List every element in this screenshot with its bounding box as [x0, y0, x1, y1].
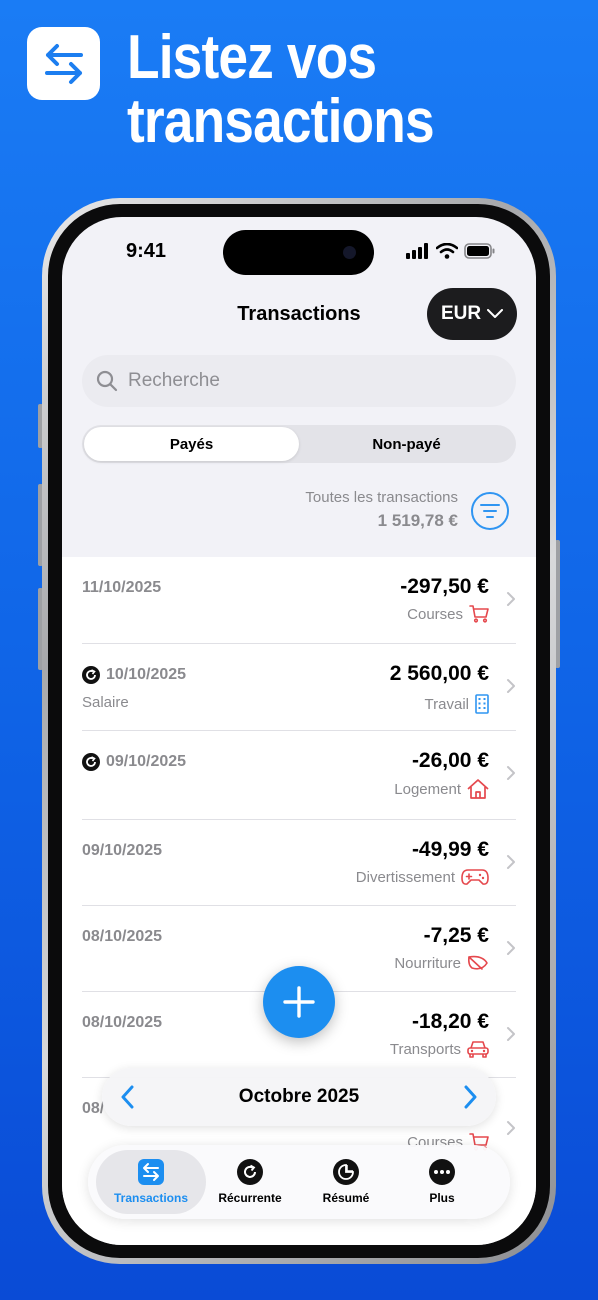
transaction-date: 09/10/2025	[82, 842, 163, 859]
chevron-right-icon	[507, 592, 515, 606]
chevron-right-icon	[507, 766, 515, 780]
tab-label: Plus	[429, 1191, 455, 1205]
transaction-category: Transports	[390, 1040, 489, 1058]
transaction-date: 08/10/2025	[82, 1014, 163, 1031]
house-icon	[467, 779, 489, 799]
transaction-row[interactable]: 10/10/2025 Salaire 2 560,00 € Travail	[62, 644, 536, 731]
transaction-row[interactable]: 09/10/2025 -26,00 € Logement	[62, 731, 536, 820]
currency-label: EUR	[440, 303, 482, 324]
swap-arrows-icon	[44, 43, 83, 84]
segment-unpaid[interactable]: Non-payé	[299, 427, 514, 461]
transaction-amount: -297,50 €	[400, 575, 489, 598]
segment-paid[interactable]: Payés	[84, 427, 299, 461]
transaction-date: 08/	[82, 1100, 105, 1117]
leaf-icon	[468, 955, 488, 970]
chevron-right-icon	[507, 855, 515, 869]
filter-icon	[480, 504, 500, 506]
chevron-right-icon	[507, 1027, 515, 1041]
chevron-right-icon	[507, 941, 515, 955]
hero-title-line1: Listez vos	[127, 23, 377, 92]
more-icon	[429, 1159, 455, 1185]
tab-label: Récurrente	[218, 1191, 282, 1205]
swap-arrows-icon	[138, 1159, 164, 1185]
gamepad-icon	[461, 869, 489, 885]
totals-label: Toutes les transactions	[305, 489, 458, 506]
car-icon	[467, 1041, 489, 1058]
tab-label: Transactions	[113, 1191, 189, 1205]
pie-chart-icon	[333, 1159, 359, 1185]
transaction-date: 10/10/2025	[82, 666, 186, 684]
building-icon	[475, 694, 489, 714]
filter-button[interactable]	[471, 492, 509, 530]
plus-icon	[283, 986, 315, 1018]
transaction-category: Logement	[394, 779, 489, 799]
transaction-row[interactable]: 11/10/2025 -297,50 € Courses	[62, 557, 536, 644]
phone-screen: 9:41 Transactions EUR Recherche Payés No…	[62, 217, 536, 1245]
chevron-right-icon	[507, 1121, 515, 1135]
transaction-category: Nourriture	[394, 954, 489, 972]
tab-summary[interactable]: Résumé	[298, 1150, 394, 1214]
search-bar[interactable]	[82, 355, 516, 407]
next-month-button[interactable]	[462, 1085, 478, 1109]
tab-recurring[interactable]: Récurrente	[202, 1150, 298, 1214]
status-time: 9:41	[126, 240, 167, 262]
month-label: Octobre 2025	[238, 1086, 360, 1107]
month-selector: Octobre 2025	[102, 1068, 496, 1126]
hero-title: Listez vos transactions	[127, 26, 523, 154]
tab-transactions[interactable]: Transactions	[96, 1150, 206, 1214]
transaction-amount: 2 560,00 €	[389, 662, 489, 685]
search-input[interactable]	[128, 370, 488, 392]
transaction-amount: -49,99 €	[411, 838, 489, 861]
transaction-amount: -7,25 €	[423, 924, 489, 947]
app-icon	[27, 27, 100, 100]
transaction-date: 11/10/2025	[82, 579, 162, 596]
currency-selector[interactable]: EUR	[427, 288, 517, 340]
status-icons	[406, 243, 496, 259]
transaction-category: Courses	[407, 605, 489, 623]
transaction-amount: -18,20 €	[411, 1010, 489, 1033]
transaction-date: 09/10/2025	[82, 753, 186, 771]
wifi-icon	[436, 243, 458, 259]
search-icon	[96, 370, 118, 392]
signal-icon	[406, 243, 428, 259]
hero-title-line2: transactions	[127, 87, 435, 156]
transaction-amount: -26,00 €	[411, 749, 489, 772]
recurring-icon	[82, 666, 100, 684]
battery-icon	[464, 243, 495, 259]
cart-icon	[469, 605, 489, 623]
transaction-note: Salaire	[82, 694, 129, 711]
recurring-icon	[82, 753, 100, 771]
previous-month-button[interactable]	[120, 1085, 136, 1109]
dynamic-island	[223, 230, 374, 275]
paid-status-segmented-control[interactable]: Payés Non-payé	[82, 425, 516, 463]
tab-more[interactable]: Plus	[394, 1150, 490, 1214]
transactions-list: 11/10/2025 -297,50 € Courses 10/10/2025 …	[62, 557, 536, 1245]
tab-bar: Transactions Récurrente Résumé Plus	[88, 1145, 510, 1219]
transaction-row[interactable]: 09/10/2025 -49,99 € Divertissement	[62, 820, 536, 906]
recurring-icon	[237, 1159, 263, 1185]
chevron-right-icon	[507, 679, 515, 693]
add-transaction-button[interactable]	[263, 966, 335, 1038]
transaction-category: Divertissement	[356, 868, 489, 886]
transaction-date: 08/10/2025	[82, 928, 163, 945]
totals-summary: Toutes les transactions 1 519,78 €	[305, 489, 458, 531]
transaction-category: Travail	[425, 694, 489, 714]
totals-amount: 1 519,78 €	[377, 511, 458, 530]
chevron-down-icon	[487, 309, 504, 318]
tab-label: Résumé	[322, 1191, 370, 1205]
